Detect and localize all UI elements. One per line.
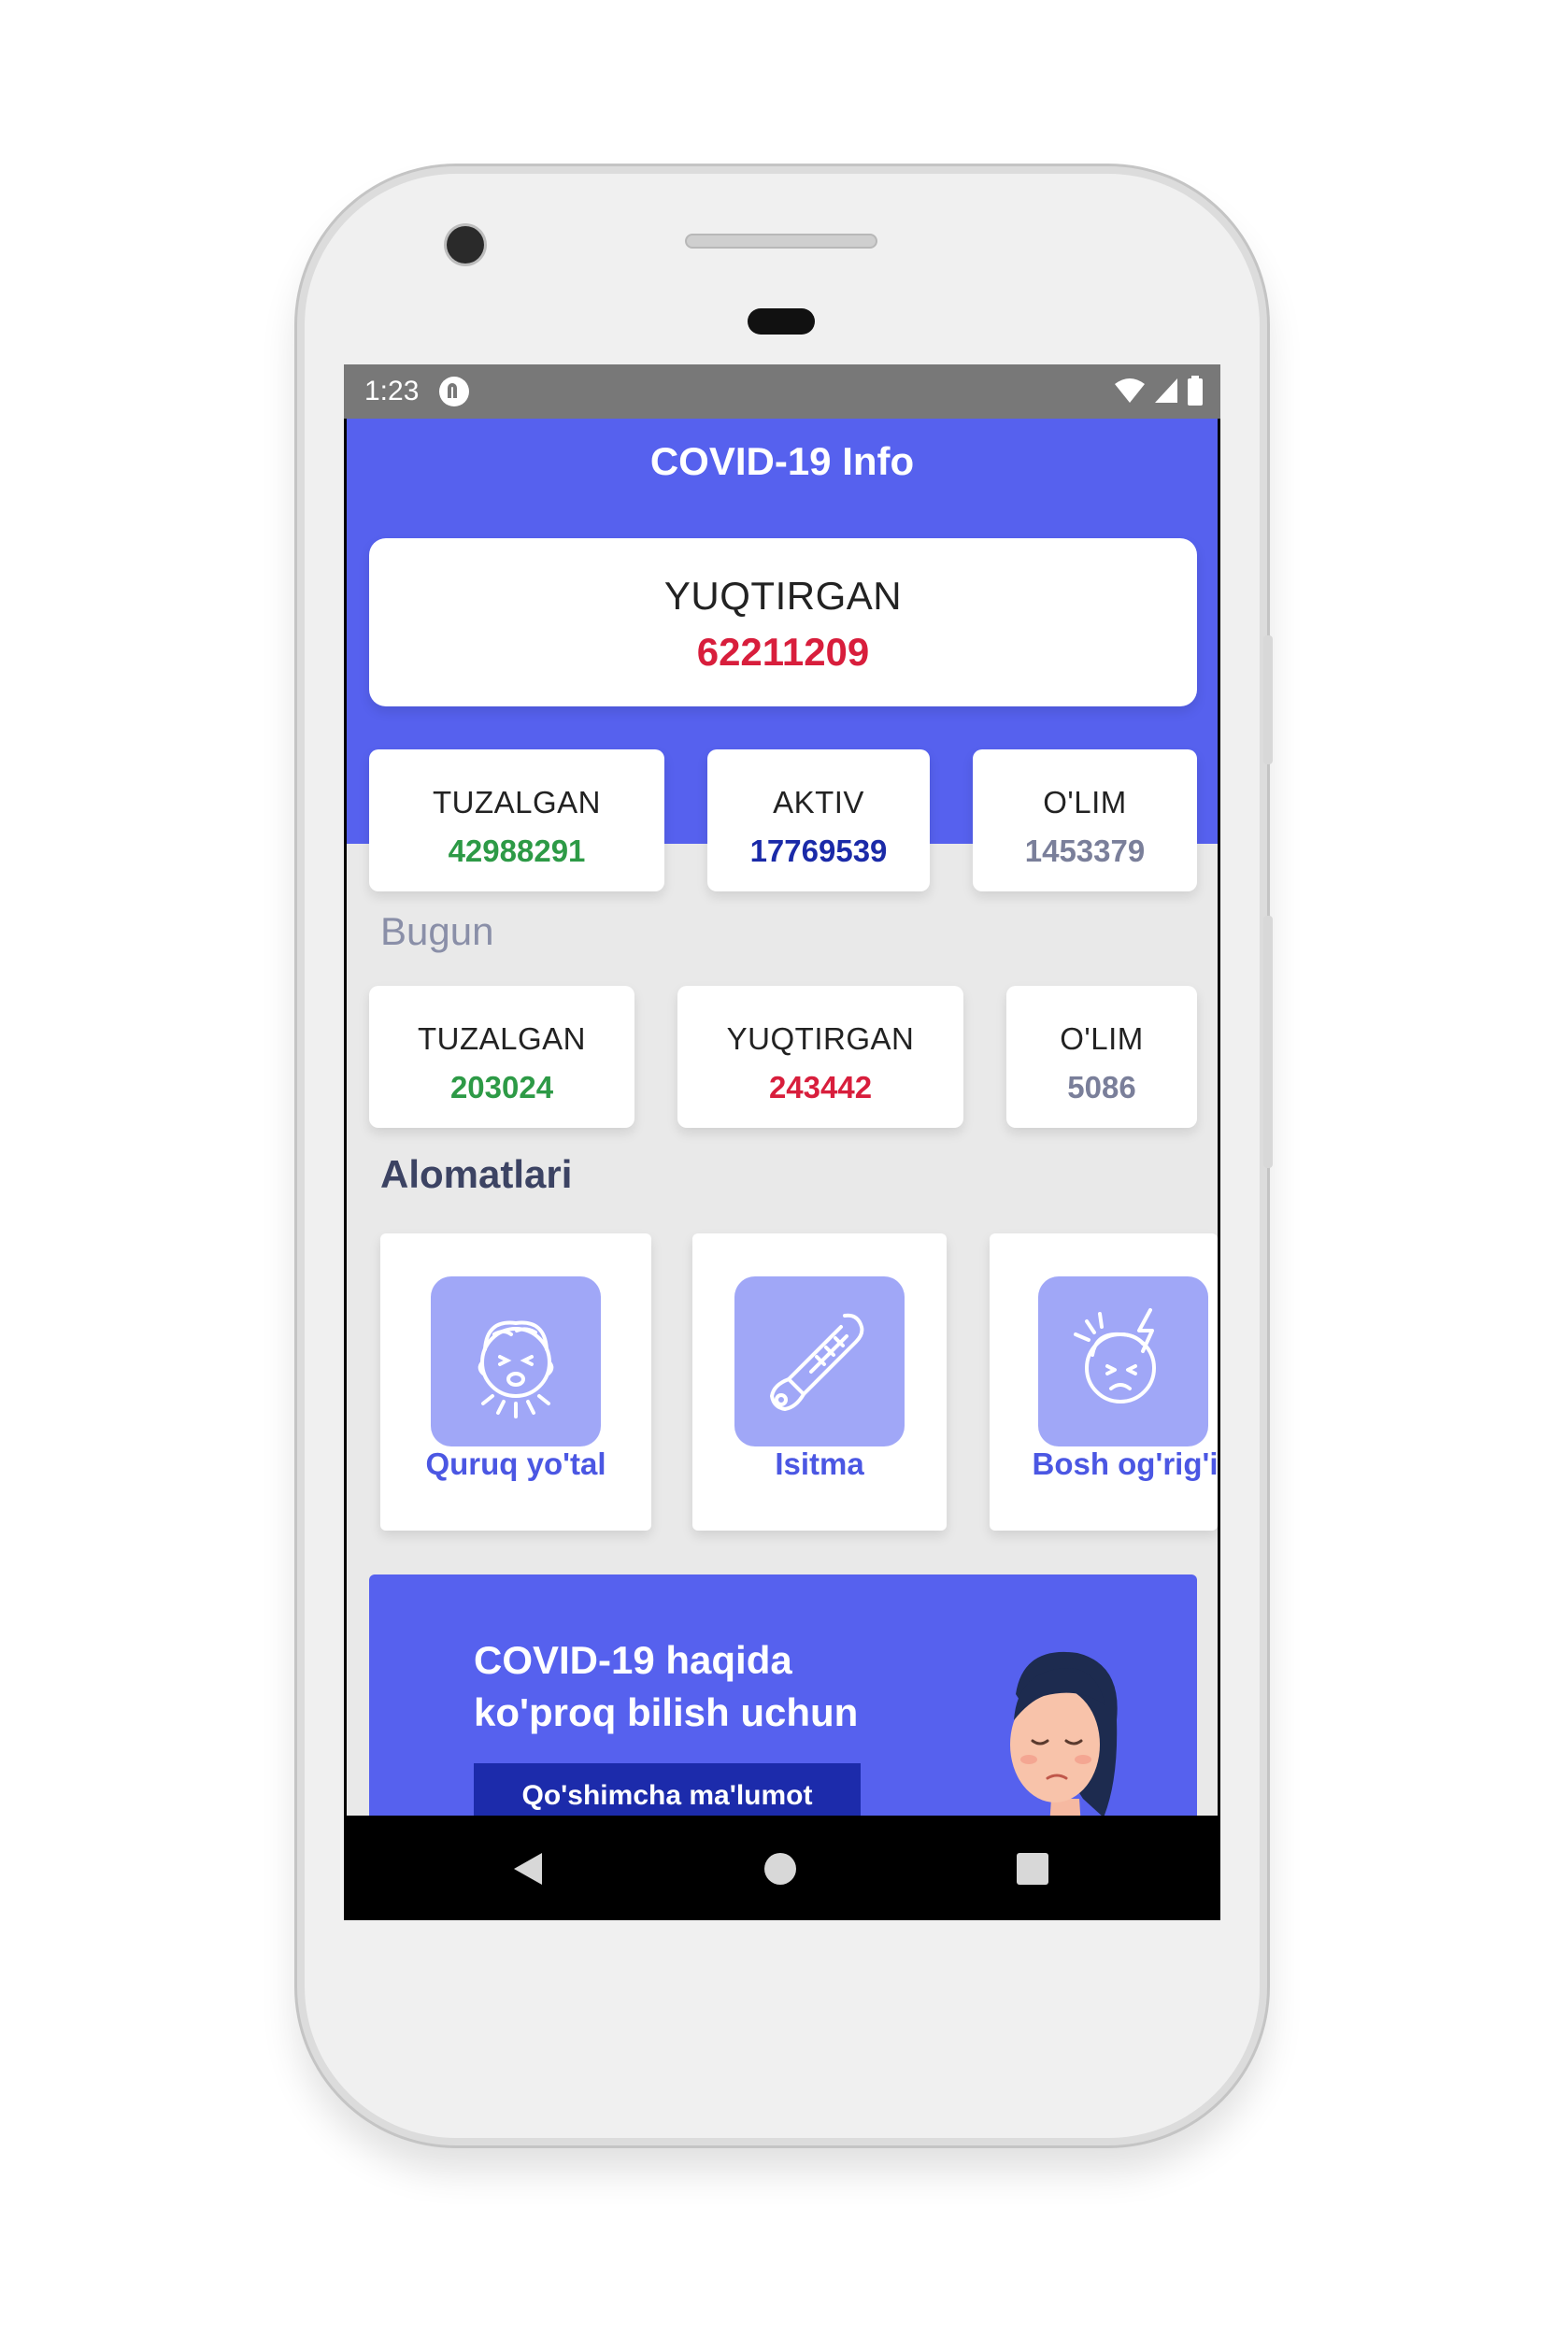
today-card-deaths: O'LIM 5086 [1006, 986, 1197, 1128]
symptom-card-dry-cough[interactable]: Quruq yo'tal [380, 1233, 651, 1531]
status-bar: 1:23 [344, 364, 1220, 419]
phone-screen: 1:23 COVID-19 Info YUQTIRGAN 62211209 TU… [344, 364, 1220, 1920]
stat-label: AKTIV [773, 785, 864, 819]
recents-icon[interactable] [1017, 1853, 1048, 1885]
symptom-label: Bosh og'rig'i [1032, 1446, 1218, 1481]
status-icons [1114, 376, 1204, 406]
notification-app-icon [439, 377, 470, 406]
symptom-card-headache[interactable]: Bosh og'rig'i [990, 1233, 1218, 1531]
signal-icon [1155, 378, 1177, 403]
volume-button [1263, 916, 1273, 1168]
coughing-face-icon [431, 1276, 601, 1446]
banner-title-line2: ko'proq bilish uchun [474, 1690, 859, 1734]
total-infected-card: YUQTIRGAN 62211209 [369, 538, 1197, 706]
headache-icon [1038, 1276, 1208, 1446]
today-value: 243442 [768, 1070, 873, 1104]
thermometer-icon [734, 1276, 905, 1446]
total-infected-value: 62211209 [696, 630, 870, 674]
info-banner: COVID-19 haqida ko'proq bilish uchun Qo'… [369, 1574, 1197, 1816]
android-nav-bar [344, 1816, 1220, 1920]
stat-card-deaths: O'LIM 1453379 [973, 749, 1197, 891]
app-title: COVID-19 Info [649, 439, 915, 483]
stat-label: TUZALGAN [432, 785, 602, 819]
stat-card-active: AKTIV 17769539 [707, 749, 930, 891]
power-button [1263, 635, 1273, 764]
total-infected-label: YUQTIRGAN [663, 574, 903, 618]
app-content: COVID-19 Info YUQTIRGAN 62211209 TUZALGA… [347, 419, 1218, 1816]
banner-title: COVID-19 haqida ko'proq bilish uchun [474, 1634, 858, 1739]
status-time: 1:23 [364, 376, 420, 406]
battery-icon [1188, 376, 1203, 406]
stat-value: 1453379 [1024, 834, 1146, 868]
today-value: 5086 [1067, 1070, 1136, 1104]
banner-title-line1: COVID-19 haqida [474, 1638, 792, 1682]
proximity-sensor [748, 308, 815, 335]
symptoms-heading: Alomatlari [380, 1152, 573, 1196]
wifi-icon [1115, 378, 1145, 403]
symptom-label: Isitma [775, 1446, 864, 1481]
front-camera [447, 226, 484, 264]
today-card-recovered: TUZALGAN 203024 [369, 986, 634, 1128]
earpiece-speaker [685, 234, 877, 249]
symptom-card-fever[interactable]: Isitma [692, 1233, 947, 1531]
today-label: YUQTIRGAN [726, 1021, 915, 1056]
today-card-infected: YUQTIRGAN 243442 [677, 986, 963, 1128]
today-heading: Bugun [380, 909, 494, 953]
stat-value: 17769539 [749, 834, 888, 868]
today-value: 203024 [449, 1070, 554, 1104]
back-icon[interactable] [512, 1851, 544, 1887]
home-icon[interactable] [764, 1853, 796, 1885]
stat-card-recovered: TUZALGAN 42988291 [369, 749, 664, 891]
sick-woman-illustration [1010, 1652, 1118, 1816]
stat-value: 42988291 [448, 834, 586, 868]
stat-label: O'LIM [1043, 785, 1127, 819]
symptom-label: Quruq yo'tal [425, 1446, 606, 1481]
today-label: O'LIM [1060, 1021, 1144, 1056]
today-label: TUZALGAN [417, 1021, 587, 1056]
more-info-button[interactable]: Qo'shimcha ma'lumot [474, 1763, 861, 1816]
